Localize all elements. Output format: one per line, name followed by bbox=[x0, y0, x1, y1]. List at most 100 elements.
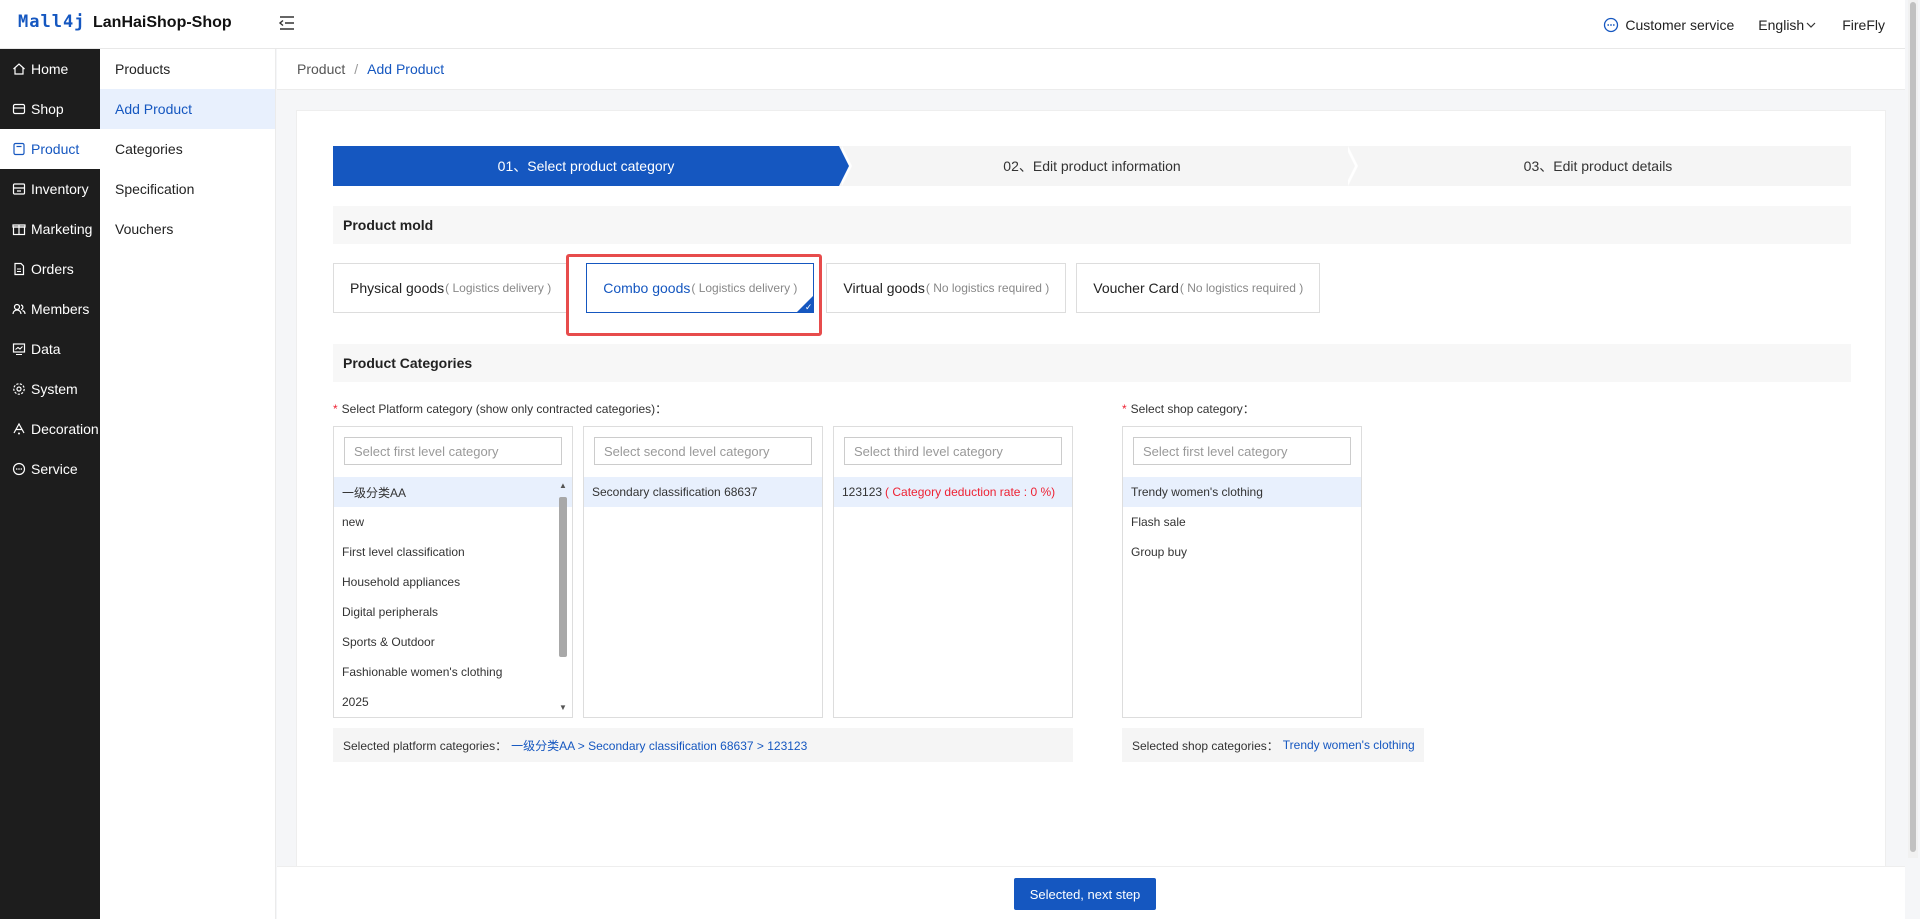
list-item[interactable]: Group buy bbox=[1123, 537, 1361, 567]
sidebar-item-label: Shop bbox=[31, 101, 64, 117]
sidebar-item-service[interactable]: Service bbox=[0, 449, 100, 489]
sidebar-item-label: Home bbox=[31, 61, 69, 77]
sidebar-item-system[interactable]: System bbox=[0, 369, 100, 409]
submenu-item-categories[interactable]: Categories bbox=[100, 129, 275, 169]
customer-service-label: Customer service bbox=[1625, 16, 1735, 33]
chevron-down-icon bbox=[1806, 22, 1816, 28]
breadcrumb-parent[interactable]: Product bbox=[297, 61, 345, 77]
data-icon bbox=[12, 343, 26, 356]
third-level-search-input[interactable]: Select third level category bbox=[844, 437, 1062, 465]
list-item[interactable]: Digital peripherals bbox=[334, 597, 572, 627]
sidebar-item-shop[interactable]: Shop bbox=[0, 89, 100, 129]
selected-shop-label: Selected shop categories： bbox=[1132, 738, 1279, 753]
mold-option-combo[interactable]: Combo goods ( Logistics delivery ) ✓ bbox=[586, 263, 815, 313]
list-item[interactable]: 2025 bbox=[334, 687, 572, 717]
mold-option-hint: ( Logistics delivery ) bbox=[445, 281, 552, 295]
selected-platform-path: 一级分类AA > Secondary classification 68637 … bbox=[511, 738, 808, 753]
scroll-thumb[interactable] bbox=[559, 497, 567, 657]
product-categories-title: Product Categories bbox=[333, 344, 1851, 382]
first-level-category-panel: Select first level category 一级分类AA new F… bbox=[333, 426, 573, 718]
sidebar-item-label: Data bbox=[31, 341, 61, 357]
third-level-list: 123123 ( Category deduction rate : 0 %) bbox=[834, 477, 1072, 507]
language-dropdown[interactable]: English bbox=[1758, 17, 1816, 33]
shop-category-label: * Select shop category： bbox=[1122, 400, 1255, 417]
submenu-item-add-product[interactable]: Add Product bbox=[100, 89, 275, 129]
footer-bar: Selected, next step bbox=[277, 866, 1905, 919]
sidebar-item-data[interactable]: Data bbox=[0, 329, 100, 369]
submenu-item-specification[interactable]: Specification bbox=[100, 169, 275, 209]
sidebar-item-label: Marketing bbox=[31, 221, 93, 237]
third-level-name: 123123 bbox=[842, 485, 883, 499]
mold-option-hint: ( No logistics required ) bbox=[925, 281, 1050, 295]
shop-category-list: Trendy women's clothing Flash sale Group… bbox=[1123, 477, 1361, 567]
shop-category-panel: Select first level category Trendy women… bbox=[1122, 426, 1362, 718]
list-item[interactable]: Secondary classification 68637 bbox=[584, 477, 822, 507]
main-sidebar: Home Shop Product Inventory Marketing Or… bbox=[0, 49, 100, 919]
members-icon bbox=[12, 303, 26, 315]
list-item[interactable]: First level classification bbox=[334, 537, 572, 567]
product-submenu: Products Add Product Categories Specific… bbox=[100, 49, 276, 919]
list-item[interactable]: 123123 ( Category deduction rate : 0 %) bbox=[834, 477, 1072, 507]
list-item[interactable]: new bbox=[334, 507, 572, 537]
sidebar-item-orders[interactable]: Orders bbox=[0, 249, 100, 289]
scroll-up-icon[interactable]: ▲ bbox=[559, 482, 567, 490]
first-level-search-input[interactable]: Select first level category bbox=[344, 437, 562, 465]
mold-option-virtual[interactable]: Virtual goods ( No logistics required ) bbox=[826, 263, 1067, 313]
list-item[interactable]: Fashionable women's clothing bbox=[334, 657, 572, 687]
step-2: 02、Edit product information bbox=[839, 146, 1358, 186]
selected-platform-label: Selected platform categories： bbox=[343, 738, 508, 753]
page-scroll-thumb[interactable] bbox=[1910, 2, 1916, 852]
sidebar-item-marketing[interactable]: Marketing bbox=[0, 209, 100, 249]
sidebar-item-decoration[interactable]: Decoration bbox=[0, 409, 100, 449]
next-step-button[interactable]: Selected, next step bbox=[1014, 878, 1156, 910]
list-item[interactable]: Household appliances bbox=[334, 567, 572, 597]
sidebar-item-members[interactable]: Members bbox=[0, 289, 100, 329]
step-3: 03、Edit product details bbox=[1345, 146, 1851, 186]
third-level-category-panel: Select third level category 123123 ( Cat… bbox=[833, 426, 1073, 718]
menu-collapse-icon[interactable] bbox=[278, 14, 296, 32]
mold-option-hint: ( No logistics required ) bbox=[1179, 281, 1304, 295]
list-item[interactable]: Sports & Outdoor bbox=[334, 627, 572, 657]
mold-option-voucher[interactable]: Voucher Card ( No logistics required ) bbox=[1076, 263, 1321, 313]
mold-option-name: Physical goods bbox=[350, 280, 445, 296]
check-icon: ✓ bbox=[804, 302, 813, 312]
sidebar-item-label: Product bbox=[31, 141, 80, 157]
submenu-item-vouchers[interactable]: Vouchers bbox=[100, 209, 275, 249]
breadcrumb-current: Add Product bbox=[367, 61, 445, 77]
first-level-scrollbar[interactable]: ▲ ▼ bbox=[559, 482, 567, 712]
product-icon bbox=[13, 142, 25, 156]
platform-category-label: * Select Platform category (show only con… bbox=[333, 400, 667, 417]
inventory-icon bbox=[12, 183, 26, 195]
breadcrumb: Product / Add Product bbox=[277, 49, 1905, 90]
sidebar-item-inventory[interactable]: Inventory bbox=[0, 169, 100, 209]
decoration-icon bbox=[13, 422, 25, 435]
selected-shop-path: Trendy women's clothing bbox=[1282, 738, 1415, 752]
marketing-icon bbox=[12, 224, 26, 236]
service-chat-icon bbox=[12, 462, 26, 476]
step-1: 01、Select product category bbox=[333, 146, 852, 186]
list-item[interactable]: Flash sale bbox=[1123, 507, 1361, 537]
chat-bubble-icon bbox=[1604, 17, 1619, 32]
second-level-search-input[interactable]: Select second level category bbox=[594, 437, 812, 465]
step-1-label: 01、Select product category bbox=[497, 158, 675, 174]
sidebar-item-label: System bbox=[31, 381, 78, 397]
shop-category-label-text: Select shop category： bbox=[1130, 402, 1255, 416]
logo[interactable]: Mall4j bbox=[18, 12, 85, 32]
second-level-category-panel: Select second level category Secondary c… bbox=[583, 426, 823, 718]
sidebar-item-label: Service bbox=[31, 461, 78, 477]
selected-shop-bar: Selected shop categories： Trendy women's… bbox=[1122, 728, 1424, 762]
user-menu[interactable]: FireFly bbox=[1842, 17, 1885, 33]
list-item[interactable]: 一级分类AA bbox=[334, 477, 572, 507]
sidebar-item-home[interactable]: Home bbox=[0, 49, 100, 89]
list-item[interactable]: Trendy women's clothing bbox=[1123, 477, 1361, 507]
sidebar-item-product[interactable]: Product bbox=[0, 129, 100, 169]
language-label: English bbox=[1758, 16, 1805, 33]
sidebar-item-label: Decoration bbox=[31, 421, 99, 437]
orders-icon bbox=[14, 262, 25, 276]
mold-option-physical[interactable]: Physical goods ( Logistics delivery ) bbox=[333, 263, 569, 313]
page-scrollbar[interactable] bbox=[1908, 0, 1918, 858]
shop-category-search-input[interactable]: Select first level category bbox=[1133, 437, 1351, 465]
submenu-item-products[interactable]: Products bbox=[100, 49, 275, 89]
customer-service-button[interactable]: Customer service bbox=[1603, 17, 1734, 33]
scroll-down-icon[interactable]: ▼ bbox=[559, 704, 567, 712]
